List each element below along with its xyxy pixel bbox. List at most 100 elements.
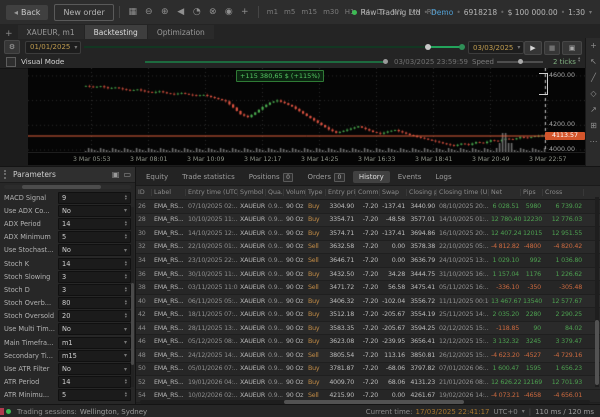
jump-to-end-button[interactable]: ▣ bbox=[562, 40, 582, 55]
timeframe-m30[interactable]: m30 bbox=[323, 8, 339, 16]
tab-chart-xaueur-m1[interactable]: XAUEUR, m1 bbox=[17, 25, 84, 39]
stop-button[interactable]: ■ bbox=[544, 40, 560, 55]
stepper-arrows[interactable]: ▴ ▾ bbox=[125, 313, 127, 321]
column-header[interactable]: Entry price bbox=[326, 189, 356, 196]
parameter-select[interactable]: No ▾ bbox=[58, 363, 131, 376]
tab-trade-statistics[interactable]: Trade statistics bbox=[176, 171, 241, 183]
pencil-icon[interactable]: ╱ bbox=[591, 74, 596, 82]
parameter-stepper[interactable]: 20 ▴ ▾ bbox=[58, 310, 131, 323]
playback-progress-handle[interactable] bbox=[383, 59, 388, 64]
table-row[interactable]: 34 EMA_RS... 23/10/2025 22:... XAUEUR 0.9...… bbox=[136, 254, 600, 268]
table-row[interactable]: 32 EMA_RS... 22/10/2025 01:... XAUEUR 0.9...… bbox=[136, 240, 600, 255]
stepper-arrows[interactable]: ▴ ▾ bbox=[125, 194, 127, 202]
tab-logs[interactable]: Logs bbox=[429, 171, 457, 183]
column-header[interactable]: Type bbox=[306, 189, 326, 196]
timeline-handle[interactable] bbox=[425, 44, 431, 50]
table-row[interactable]: 28 EMA_RS... 10/10/2025 11:... XAUEUR 0.9...… bbox=[136, 213, 600, 228]
parameter-select[interactable]: m15 ▾ bbox=[58, 349, 131, 362]
tab-history[interactable]: History bbox=[352, 171, 390, 183]
play-button[interactable]: ▶ bbox=[524, 40, 542, 55]
tab-optimization[interactable]: Optimization bbox=[147, 25, 214, 39]
parameters-vscrollbar[interactable] bbox=[131, 207, 134, 387]
cursor-icon[interactable]: ↖ bbox=[590, 58, 597, 66]
column-header[interactable]: Label bbox=[152, 189, 186, 196]
column-header[interactable]: Entry time (UTC... bbox=[186, 189, 238, 196]
parameter-select[interactable]: No ▾ bbox=[58, 244, 131, 257]
column-header[interactable]: Qua... bbox=[266, 189, 284, 196]
table-row[interactable]: 50 EMA_RS... 05/01/2026 07:... XAUEUR 0.9...… bbox=[136, 362, 600, 377]
parameter-stepper[interactable]: 5 ▴ ▾ bbox=[58, 231, 131, 244]
end-date-select[interactable]: 03/03/2025 ▾ bbox=[468, 41, 524, 54]
column-header[interactable]: ID bbox=[136, 189, 152, 196]
trend-line-icon[interactable]: ↗ bbox=[590, 106, 597, 114]
parameter-stepper[interactable]: 80 ▴ ▾ bbox=[58, 297, 131, 310]
parameter-stepper[interactable]: 5 ▴ ▾ bbox=[58, 389, 131, 402]
stepper-arrows[interactable]: ▴ ▾ bbox=[125, 299, 127, 307]
timeframe-m5[interactable]: m5 bbox=[284, 8, 295, 16]
table-row[interactable]: 42 EMA_RS... 18/11/2025 07:... XAUEUR 0.9...… bbox=[136, 308, 600, 322]
grid-icon[interactable]: ⊞ bbox=[590, 122, 597, 130]
popout-icon[interactable]: ▣ bbox=[112, 170, 120, 179]
parameter-select[interactable]: m1 ▾ bbox=[58, 336, 131, 349]
tab-backtesting[interactable]: Backtesting bbox=[84, 25, 147, 39]
table-row[interactable]: 40 EMA_RS... 06/11/2025 05:... XAUEUR 0.9...… bbox=[136, 294, 600, 309]
column-header[interactable]: Closing p... bbox=[407, 189, 437, 196]
visual-mode-checkbox[interactable] bbox=[6, 56, 16, 67]
crosshair-icon[interactable]: + bbox=[238, 7, 252, 17]
sound-icon[interactable]: ◀ bbox=[174, 7, 188, 17]
chart-template-icon[interactable]: ▦ bbox=[126, 7, 140, 17]
stepper-arrows[interactable]: ▴ ▾ bbox=[125, 286, 127, 294]
playback-progress-track[interactable] bbox=[145, 61, 385, 63]
table-row[interactable]: 44 EMA_RS... 28/11/2025 13:... XAUEUR 0.9...… bbox=[136, 321, 600, 336]
add-tab-button[interactable]: + bbox=[5, 29, 13, 39]
drag-grip-icon[interactable] bbox=[4, 170, 9, 179]
column-header[interactable]: Pips bbox=[521, 189, 543, 196]
stepper-arrows[interactable]: ▴ ▾ bbox=[125, 273, 127, 281]
parameter-stepper[interactable]: 3 ▴ ▾ bbox=[58, 283, 131, 296]
parameter-select[interactable]: No ▾ bbox=[58, 323, 131, 336]
parameter-stepper[interactable]: 14 ▴ ▾ bbox=[58, 257, 131, 270]
speed-stepper[interactable]: ▴ ▾ bbox=[578, 56, 580, 64]
timeframe-m15[interactable]: m15 bbox=[301, 8, 317, 16]
column-header[interactable]: Volum... bbox=[284, 189, 306, 196]
tab-events[interactable]: Events bbox=[392, 171, 428, 183]
zoom-out-icon[interactable]: ⊖ bbox=[142, 7, 156, 17]
stepper-arrows[interactable]: ▴ ▾ bbox=[125, 392, 127, 400]
collapse-icon[interactable]: ▭ bbox=[123, 170, 131, 179]
parameter-stepper[interactable]: 14 ▴ ▾ bbox=[58, 217, 131, 230]
timeline-track[interactable] bbox=[84, 46, 428, 48]
timezone-value[interactable]: UTC+0 bbox=[494, 408, 518, 416]
parameters-hscrollbar[interactable] bbox=[4, 185, 131, 189]
parameter-select[interactable]: No ▾ bbox=[58, 204, 131, 217]
back-button[interactable]: ◂ Back bbox=[6, 4, 49, 20]
column-header[interactable]: Net bbox=[489, 189, 521, 196]
shapes-icon[interactable]: ◇ bbox=[590, 90, 596, 98]
start-date-select[interactable]: 01/01/2025 ▾ bbox=[25, 40, 81, 54]
column-header[interactable]: Commi... bbox=[356, 189, 380, 196]
table-row[interactable]: 36 EMA_RS... 30/10/2025 11:... XAUEUR 0.9...… bbox=[136, 267, 600, 282]
speed-slider-handle[interactable] bbox=[518, 59, 523, 64]
tab-positions[interactable]: Positions 0 bbox=[243, 171, 300, 183]
crosshair-icon[interactable]: + bbox=[590, 42, 597, 50]
parameter-stepper[interactable]: 14 ▴ ▾ bbox=[58, 376, 131, 389]
table-row[interactable]: 52 EMA_RS... 19/01/2026 04:... XAUEUR 0.9...… bbox=[136, 376, 600, 390]
table-vscrollbar[interactable] bbox=[595, 197, 599, 387]
settings-button[interactable]: ⚙ bbox=[4, 40, 20, 54]
history-icon[interactable]: ◔ bbox=[190, 7, 204, 17]
column-header[interactable]: Symbol bbox=[238, 189, 266, 196]
new-order-button[interactable]: New order bbox=[54, 3, 114, 21]
tab-orders[interactable]: Orders 0 bbox=[301, 171, 350, 183]
eye-icon[interactable]: ◉ bbox=[222, 7, 236, 17]
parameter-stepper[interactable]: 3 ▴ ▾ bbox=[58, 270, 131, 283]
table-row[interactable]: 48 EMA_RS... 24/12/2025 14:... XAUEUR 0.9...… bbox=[136, 349, 600, 363]
parameter-stepper[interactable]: 9 ▴ ▾ bbox=[58, 191, 131, 204]
column-header[interactable]: Closing time (U... bbox=[437, 189, 489, 196]
table-row[interactable]: 38 EMA_RS... 03/11/2025 11:02 XAUEUR 0.9... 9… bbox=[136, 281, 600, 295]
history-table-header[interactable]: IDLabelEntry time (UTC...SymbolQua...Vol… bbox=[136, 185, 600, 200]
stepper-arrows[interactable]: ▴ ▾ bbox=[125, 260, 127, 268]
more-icon[interactable]: ⋯ bbox=[590, 138, 598, 146]
stepper-arrows[interactable]: ▴ ▾ bbox=[125, 220, 127, 228]
column-header[interactable]: Cross bbox=[543, 189, 584, 196]
stepper-arrows[interactable]: ▴ ▾ bbox=[125, 233, 127, 241]
table-row[interactable]: 46 EMA_RS... 05/12/2025 08:... XAUEUR 0.9...… bbox=[136, 335, 600, 350]
